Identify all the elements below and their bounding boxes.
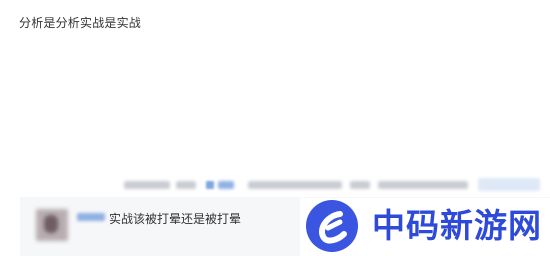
- avatar[interactable]: [36, 209, 68, 241]
- post-url-blurred[interactable]: [248, 181, 342, 189]
- reply-button-blurred[interactable]: [478, 178, 540, 191]
- post-content: 分析是分析实战是实战: [19, 16, 142, 30]
- post-stats-blurred: [378, 181, 468, 189]
- reply-username-blurred[interactable]: [77, 213, 105, 221]
- post-page: 分析是分析实战是实战 实战该被打晕还是被打晕 中码新游网: [0, 0, 550, 256]
- c-logo-svg: [319, 211, 347, 244]
- watermark-text: 中码新游网: [372, 206, 542, 245]
- post-meta-row: [120, 178, 550, 191]
- c-logo-icon: [306, 200, 358, 252]
- topic-link-blurred[interactable]: [218, 181, 234, 189]
- post-meta-blurred: [350, 181, 370, 189]
- reply-comment: 实战该被打晕还是被打晕: [109, 212, 242, 226]
- link-icon: [206, 181, 214, 189]
- post-time-blurred: [124, 181, 170, 189]
- post-source-blurred: [176, 181, 196, 189]
- watermark: 中码新游网: [300, 198, 550, 256]
